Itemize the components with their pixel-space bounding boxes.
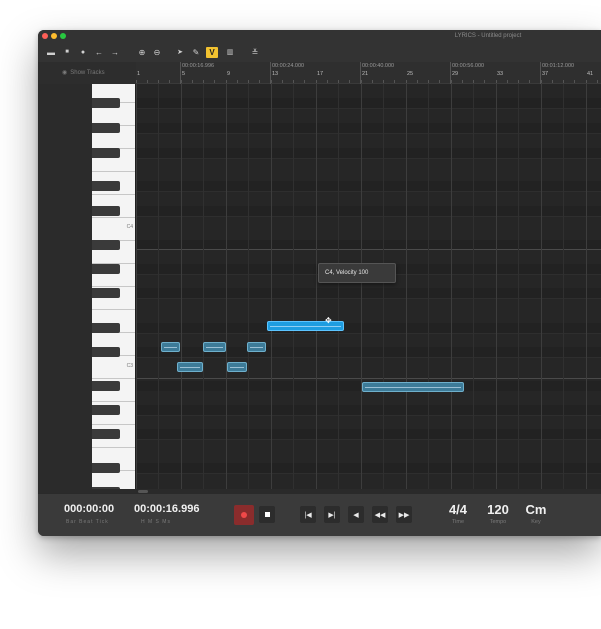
maximize-window-button[interactable] <box>60 33 66 39</box>
record-button[interactable] <box>234 505 254 525</box>
ruler-bar-label: 25 <box>407 71 414 77</box>
toolbar: ▬ ■ ● ← → ⊕ ⊖ ➤ ✎ V ▥ ≚ <box>38 43 601 62</box>
window-title: LYRICS - Untitled project <box>454 33 522 39</box>
close-window-button[interactable] <box>42 33 48 39</box>
black-key[interactable] <box>92 148 120 158</box>
black-key[interactable] <box>92 381 120 391</box>
midi-note[interactable] <box>227 362 247 372</box>
step-back-button[interactable]: ◀ <box>348 506 364 523</box>
ruler-bar-label: 13 <box>272 71 279 77</box>
info-icon[interactable]: ● <box>77 47 89 58</box>
black-key[interactable] <box>92 288 120 298</box>
eye-icon: ◉ <box>62 70 68 76</box>
black-key[interactable] <box>92 181 120 191</box>
show-tracks-label: Show Tracks <box>70 69 105 76</box>
key-label-c4: C4 <box>126 224 133 230</box>
ruler-bar-label: 29 <box>452 71 459 77</box>
record-icon <box>241 512 247 518</box>
black-key[interactable] <box>92 206 120 216</box>
transport-bar: 000:00:00 Bar Beat Tick 00:00:16.996 H M… <box>38 493 601 536</box>
tracks-header: ◉ Show Tracks <box>38 62 136 84</box>
trash-icon[interactable]: ▥ <box>224 47 236 58</box>
velocity-icon[interactable]: V <box>206 47 218 58</box>
timeline-ruler[interactable]: 00:00:16.996 00:00:24.000 00:00:40.000 0… <box>136 62 601 84</box>
skip-end-icon: ▶| <box>328 511 336 519</box>
save-icon[interactable]: ■ <box>61 47 73 58</box>
black-key[interactable] <box>92 487 120 489</box>
zoom-in-icon[interactable]: ⊕ <box>136 47 148 58</box>
ruler-bar-label: 41 <box>587 71 594 77</box>
show-tracks-button[interactable]: ◉ Show Tracks <box>62 69 105 77</box>
midi-note[interactable] <box>247 342 266 352</box>
arrow-right-icon[interactable]: → <box>109 47 121 58</box>
time-signature-label: Time <box>451 519 465 525</box>
skip-start-icon: |◀ <box>304 511 312 519</box>
fast-forward-icon: ▶▶ <box>398 511 410 519</box>
ruler-bar-label: 33 <box>497 71 504 77</box>
ruler-time-label: 00:00:56.000 <box>452 63 485 69</box>
tempo-value[interactable]: 120 <box>482 502 514 517</box>
ruler-bar-label: 5 <box>182 71 186 77</box>
ruler-time-label: 00:00:40.000 <box>362 63 395 69</box>
black-key[interactable] <box>92 240 120 250</box>
ruler-time-label: 00:00:16.996 <box>182 63 215 69</box>
key-label-c3: C3 <box>126 363 133 369</box>
note-tooltip: C4, Velocity 100 <box>318 263 396 283</box>
midi-note[interactable] <box>161 342 180 352</box>
black-key[interactable] <box>92 98 120 108</box>
time-display: 00:00:16.996 <box>134 503 200 515</box>
midi-note[interactable] <box>362 382 464 392</box>
pointer-icon[interactable]: ➤ <box>174 47 186 58</box>
black-key[interactable] <box>92 463 120 473</box>
position-display: 000:00:00 <box>64 503 115 515</box>
black-key[interactable] <box>92 264 120 274</box>
fast-forward-button[interactable]: ▶▶ <box>396 506 412 523</box>
midi-note[interactable] <box>177 362 203 372</box>
time-units: H M S Ms <box>141 519 171 525</box>
midi-note[interactable] <box>203 342 226 352</box>
minimize-window-button[interactable] <box>51 33 57 39</box>
tempo-label: Tempo <box>489 519 507 525</box>
black-key[interactable] <box>92 429 120 439</box>
black-key[interactable] <box>92 123 120 133</box>
piano-keyboard[interactable]: C4 C3 <box>92 84 136 489</box>
rewind-button[interactable]: ◀◀ <box>372 506 388 523</box>
rewind-icon: ◀◀ <box>374 511 386 519</box>
ruler-bar-label: 1 <box>137 71 141 77</box>
zoom-out-icon[interactable]: ⊖ <box>151 47 163 58</box>
black-key[interactable] <box>92 323 120 333</box>
step-back-icon: ◀ <box>353 511 359 519</box>
folder-icon[interactable]: ▬ <box>45 47 57 58</box>
app-window: LYRICS - Untitled project ▬ ■ ● ← → ⊕ ⊖ … <box>38 30 601 536</box>
go-to-end-button[interactable]: ▶| <box>324 506 340 523</box>
quantize-icon[interactable]: ≚ <box>249 47 261 58</box>
ruler-bar-label: 37 <box>542 71 549 77</box>
key-value[interactable]: Cm <box>520 502 552 517</box>
position-units: Bar Beat Tick <box>66 519 109 525</box>
stop-button[interactable] <box>259 506 275 523</box>
key-label: Key <box>531 519 541 525</box>
stop-icon <box>264 512 270 517</box>
time-signature-value[interactable]: 4/4 <box>442 502 474 517</box>
title-bar: LYRICS - Untitled project <box>38 30 601 43</box>
piano-roll-grid[interactable]: C4, Velocity 100 ✥ <box>136 84 601 489</box>
move-cursor-icon: ✥ <box>325 316 332 325</box>
black-key[interactable] <box>92 347 120 357</box>
ruler-time-label: 00:01:12.000 <box>542 63 575 69</box>
ruler-bar-label: 9 <box>227 71 231 77</box>
arrow-left-icon[interactable]: ← <box>93 47 105 58</box>
ruler-bar-label: 17 <box>317 71 324 77</box>
ruler-bar-label: 21 <box>362 71 369 77</box>
go-to-start-button[interactable]: |◀ <box>300 506 316 523</box>
ruler-time-label: 00:00:24.000 <box>272 63 305 69</box>
black-key[interactable] <box>92 405 120 415</box>
pencil-icon[interactable]: ✎ <box>190 47 202 58</box>
